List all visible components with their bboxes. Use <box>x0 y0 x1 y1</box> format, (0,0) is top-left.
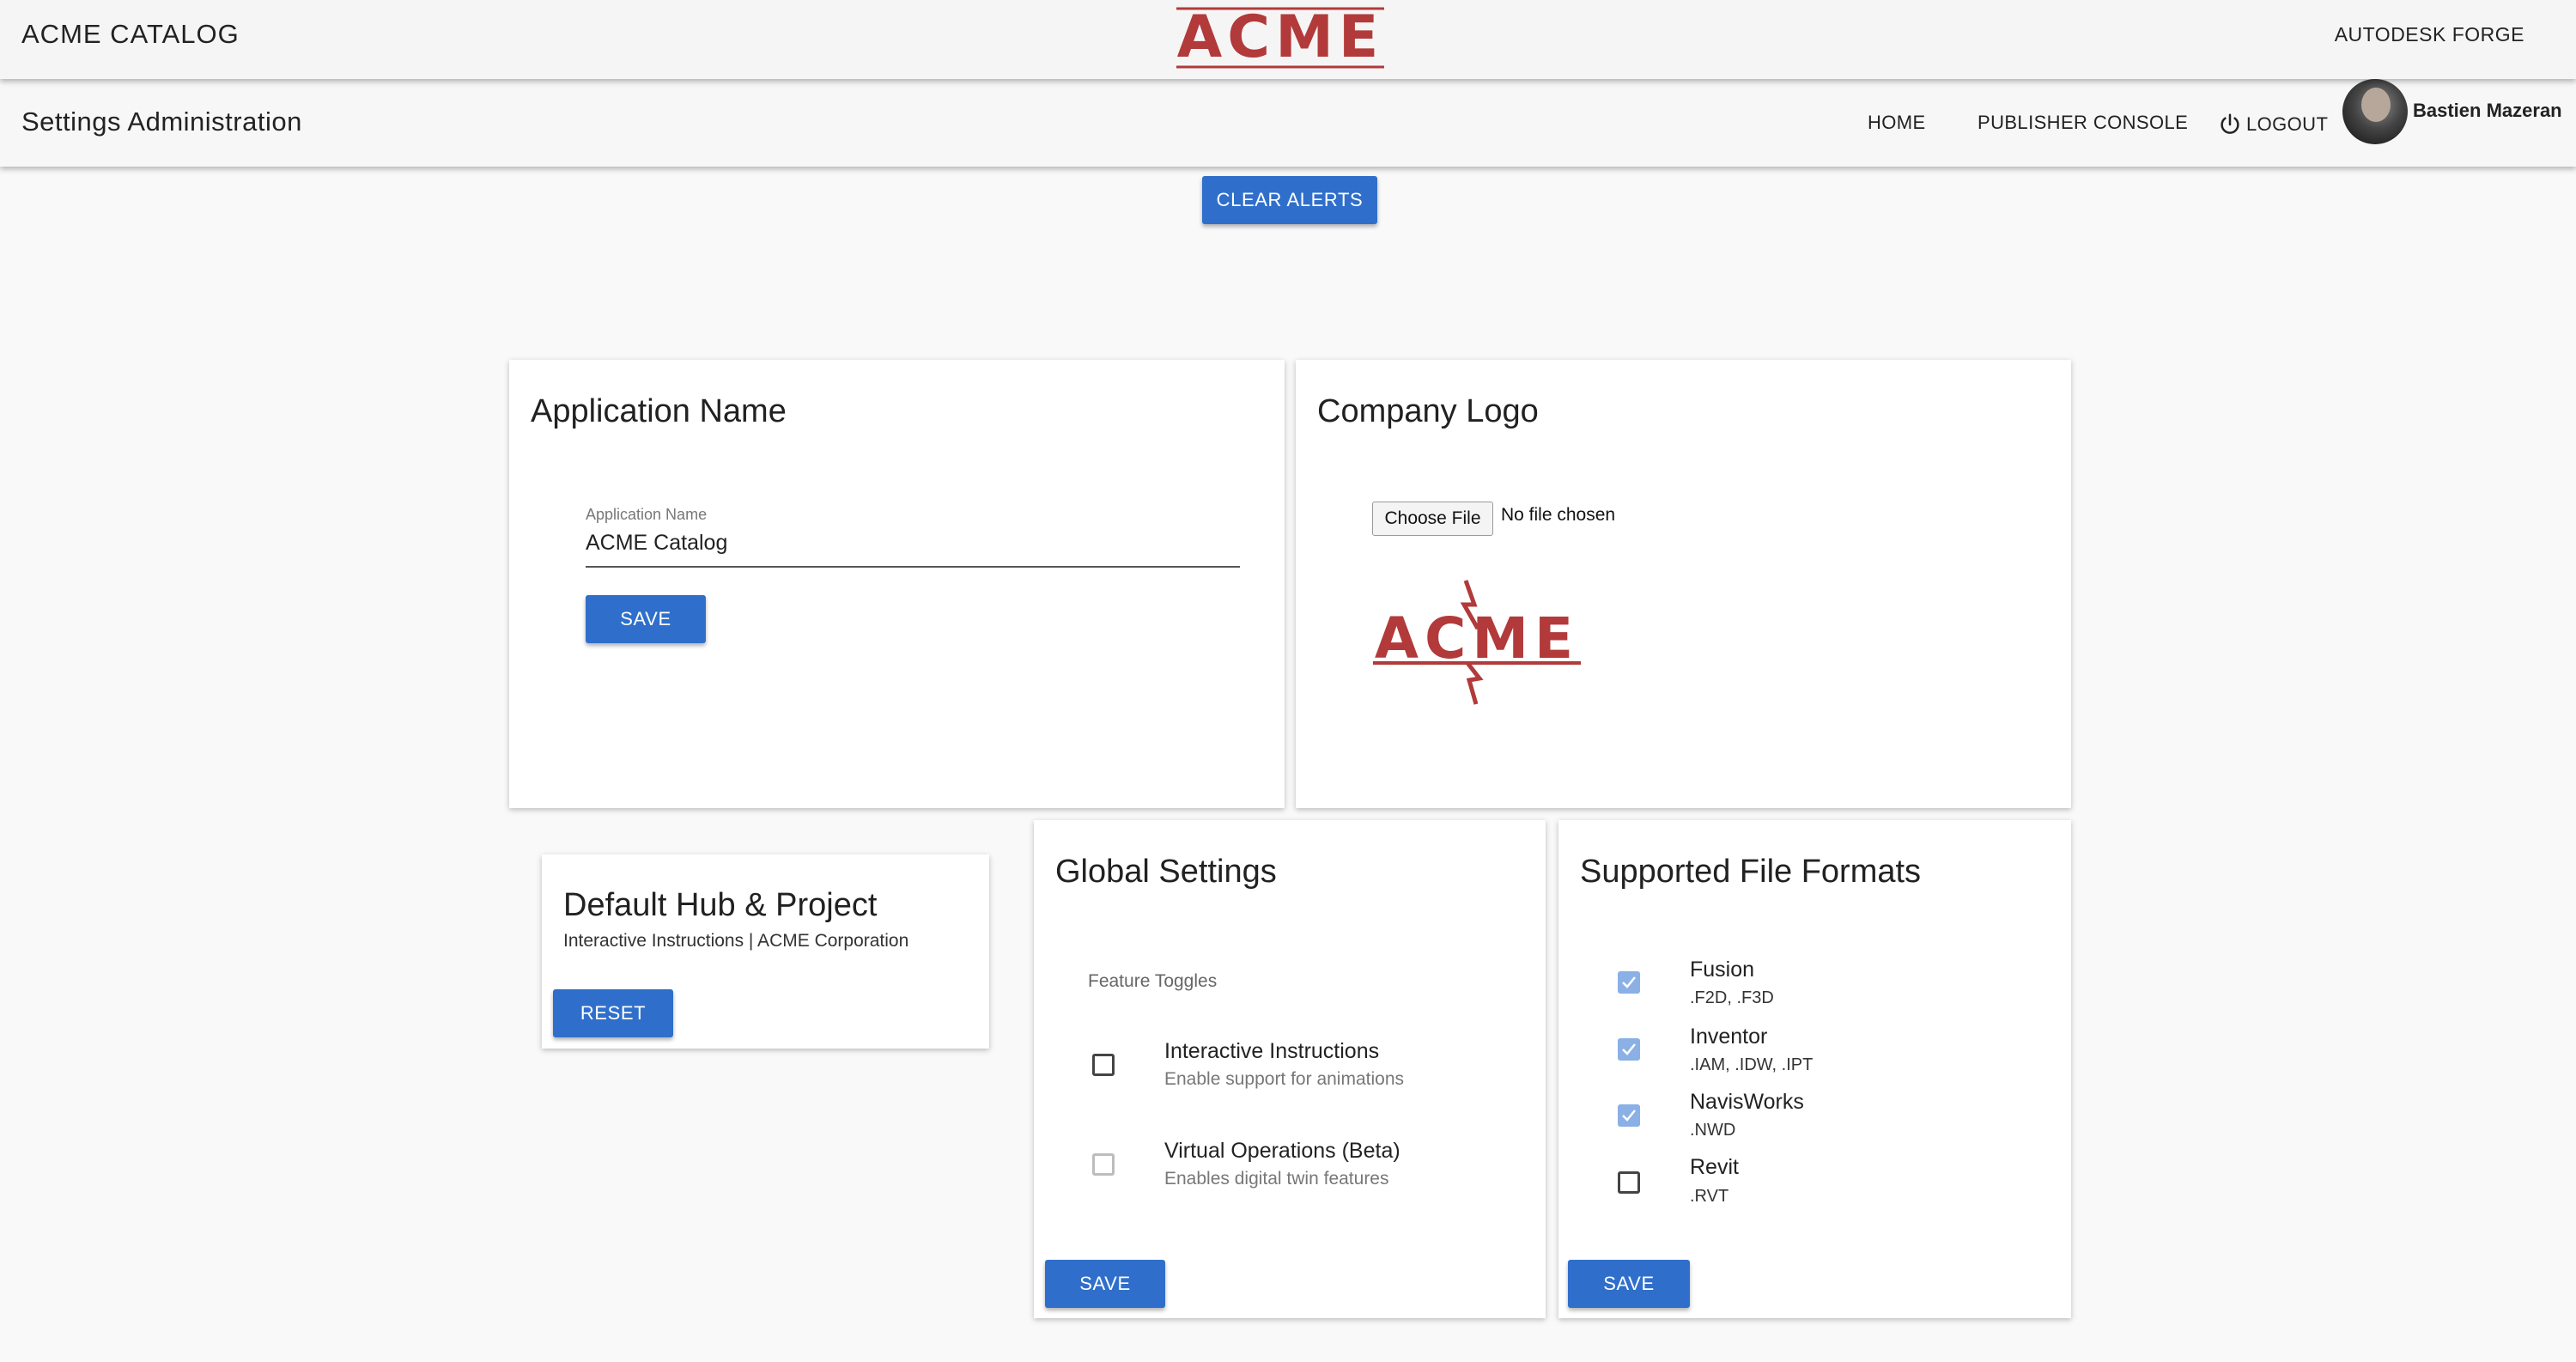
choose-file-button[interactable]: Choose File <box>1372 502 1493 536</box>
feature-toggles-label: Feature Toggles <box>1088 971 1218 991</box>
check-icon <box>1622 976 1636 988</box>
page-title: Settings Administration <box>21 106 302 137</box>
virtual-operations-label: Virtual Operations (Beta) <box>1164 1139 1400 1163</box>
app-name-save-button[interactable]: SAVE <box>586 595 706 643</box>
fusion-label: Fusion <box>1690 958 1755 982</box>
autodesk-forge-link[interactable]: AUTODESK FORGE <box>2335 23 2524 46</box>
interactive-instructions-checkbox[interactable] <box>1092 1054 1115 1076</box>
virtual-operations-checkbox[interactable] <box>1092 1153 1115 1176</box>
app-title[interactable]: ACME CATALOG <box>21 19 240 50</box>
inventor-checkbox[interactable] <box>1618 1038 1640 1061</box>
navisworks-extensions: .NWD <box>1690 1121 1736 1140</box>
interactive-instructions-label: Interactive Instructions <box>1164 1039 1380 1063</box>
supported-file-formats-card <box>1558 820 2071 1318</box>
check-icon <box>1622 1110 1636 1122</box>
fusion-checkbox[interactable] <box>1618 971 1640 994</box>
fusion-extensions: .F2D, .F3D <box>1690 988 1774 1007</box>
inventor-label: Inventor <box>1690 1025 1768 1049</box>
nav-publisher-console-link[interactable]: PUBLISHER CONSOLE <box>1978 112 2188 134</box>
default-hub-subtitle: Interactive Instructions | ACME Corporat… <box>563 931 909 951</box>
company-logo-preview-text: ACME <box>1375 605 1579 672</box>
file-status-text: No file chosen <box>1501 505 1616 525</box>
logout-button[interactable]: LOGOUT <box>2217 112 2328 137</box>
hub-reset-button[interactable]: RESET <box>553 989 673 1037</box>
file-formats-save-button[interactable]: SAVE <box>1568 1260 1690 1308</box>
top-app-bar: ACME CATALOG ACME AUTODESK FORGE <box>0 0 2576 79</box>
virtual-operations-sub: Enables digital twin features <box>1164 1169 1389 1189</box>
revit-label: Revit <box>1690 1155 1739 1179</box>
supported-file-formats-card-title: Supported File Formats <box>1580 854 1922 890</box>
revit-checkbox[interactable] <box>1618 1171 1640 1194</box>
application-name-input-underline <box>586 566 1240 568</box>
sub-header-bar: Settings Administration HOME PUBLISHER C… <box>0 79 2576 167</box>
global-settings-save-button[interactable]: SAVE <box>1045 1260 1165 1308</box>
default-hub-card-title: Default Hub & Project <box>563 887 878 923</box>
logout-label: LOGOUT <box>2246 113 2329 135</box>
nav-home-link[interactable]: HOME <box>1868 112 1926 134</box>
power-icon <box>2221 113 2239 134</box>
interactive-instructions-sub: Enable support for animations <box>1164 1069 1404 1089</box>
application-name-field-label: Application Name <box>586 506 708 523</box>
global-settings-card-title: Global Settings <box>1055 854 1277 890</box>
clear-alerts-button[interactable]: CLEAR ALERTS <box>1202 176 1377 224</box>
company-logo-preview: ACME <box>1370 577 1584 710</box>
acme-logo: ACME <box>1173 0 1388 78</box>
check-icon <box>1622 1043 1636 1055</box>
acme-logo-text: ACME <box>1177 3 1384 71</box>
navisworks-checkbox[interactable] <box>1618 1104 1640 1127</box>
navisworks-label: NavisWorks <box>1690 1090 1804 1114</box>
company-logo-card-title: Company Logo <box>1317 393 1539 429</box>
revit-extensions: .RVT <box>1690 1187 1729 1206</box>
inventor-extensions: .IAM, .IDW, .IPT <box>1690 1055 1814 1074</box>
application-name-input[interactable]: ACME Catalog <box>586 531 727 556</box>
avatar[interactable] <box>2342 79 2408 144</box>
application-name-card-title: Application Name <box>531 393 787 429</box>
user-name[interactable]: Bastien Mazeran <box>2413 100 2562 122</box>
